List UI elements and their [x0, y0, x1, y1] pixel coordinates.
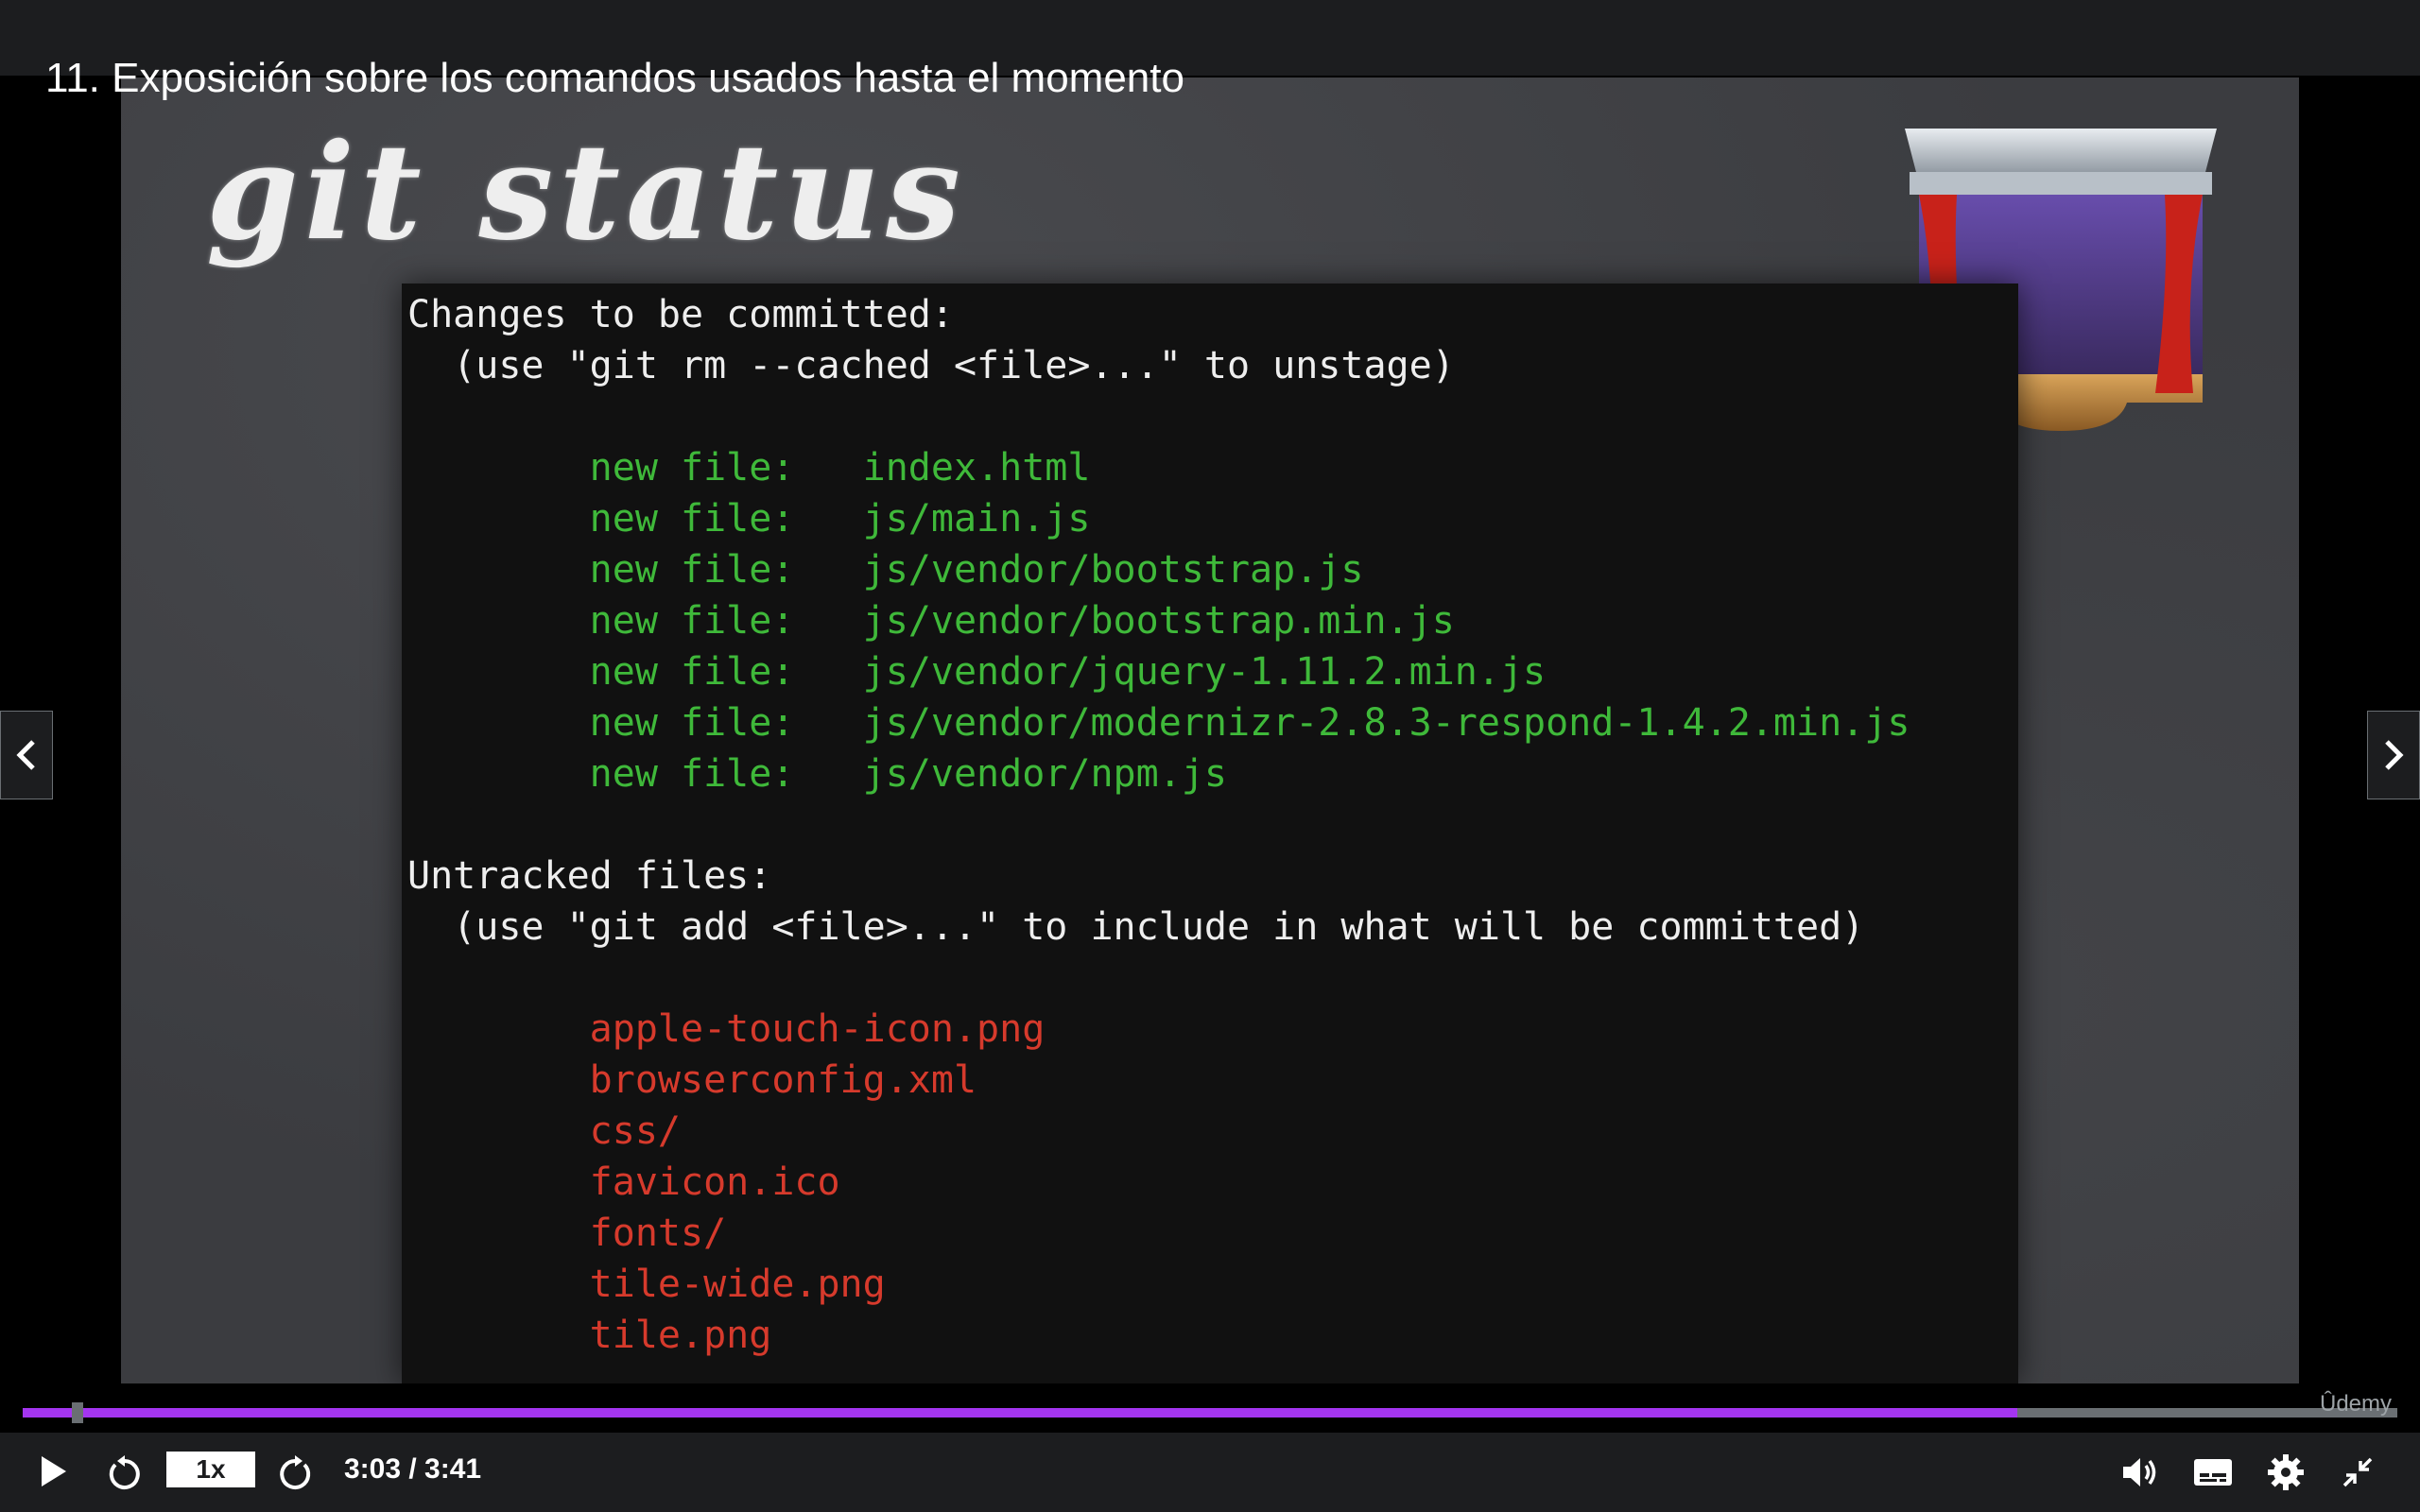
terminal-output: Changes to be committed: (use "git rm --… — [402, 284, 2018, 1383]
slide-heading: git status — [206, 115, 966, 270]
terminal-line: fonts/ — [407, 1211, 727, 1255]
terminal-line: Changes to be committed: — [407, 293, 954, 336]
terminal-line: new file: js/main.js — [407, 497, 1091, 541]
settings-icon — [2268, 1454, 2304, 1490]
terminal-line: new file: index.html — [407, 446, 1091, 490]
volume-icon — [2123, 1458, 2156, 1486]
exit-fullscreen-icon — [2342, 1457, 2373, 1487]
chevron-left-icon — [16, 740, 35, 770]
terminal-line: browserconfig.xml — [407, 1058, 977, 1102]
lecture-title: 11. Exposición sobre los comandos usados… — [45, 55, 1184, 101]
terminal-line: new file: js/vendor/bootstrap.js — [407, 548, 1364, 592]
rewind-button[interactable] — [104, 1452, 146, 1493]
terminal-line: new file: js/vendor/bootstrap.min.js — [407, 599, 1455, 643]
captions-button[interactable] — [2191, 1452, 2235, 1493]
udemy-watermark: Ûdemy — [2320, 1391, 2393, 1417]
playback-speed-button[interactable]: 1x — [166, 1452, 255, 1487]
player-controls: 1x 3:03 / 3:41 — [0, 1433, 2420, 1512]
settings-button[interactable] — [2265, 1452, 2307, 1493]
video-slide[interactable]: git status Changes to be committed: (use… — [121, 77, 2299, 1383]
volume-button[interactable] — [2119, 1452, 2161, 1493]
progress-handle[interactable] — [72, 1402, 83, 1423]
time-display: 3:03 / 3:41 — [344, 1453, 482, 1485]
next-lecture-button[interactable] — [2367, 711, 2420, 799]
terminal-line: (use "git add <file>..." to include in w… — [407, 905, 1865, 949]
previous-lecture-button[interactable] — [0, 711, 53, 799]
terminal-line: favicon.ico — [407, 1160, 840, 1204]
terminal-line: (use "git rm --cached <file>..." to unst… — [407, 344, 1455, 387]
progress-bar[interactable] — [23, 1408, 2397, 1418]
terminal-line: new file: js/vendor/modernizr-2.8.3-resp… — [407, 701, 1910, 745]
terminal-line: css/ — [407, 1109, 681, 1153]
terminal-line: new file: js/vendor/npm.js — [407, 752, 1227, 796]
captions-icon — [2194, 1459, 2232, 1486]
terminal-line: new file: js/vendor/jquery-1.11.2.min.js — [407, 650, 1547, 694]
play-button[interactable] — [34, 1452, 74, 1491]
forward-icon — [280, 1455, 311, 1489]
progress-fill — [23, 1408, 2018, 1418]
chevron-right-icon — [2385, 740, 2404, 770]
forward-button[interactable] — [274, 1452, 316, 1493]
terminal-line: apple-touch-icon.png — [407, 1007, 1046, 1051]
exit-fullscreen-button[interactable] — [2337, 1452, 2378, 1493]
terminal-line: tile.png — [407, 1314, 772, 1357]
terminal-line: tile-wide.png — [407, 1263, 886, 1306]
terminal-line: Untracked files: — [407, 854, 772, 898]
play-icon — [42, 1456, 66, 1486]
rewind-icon — [109, 1455, 140, 1489]
